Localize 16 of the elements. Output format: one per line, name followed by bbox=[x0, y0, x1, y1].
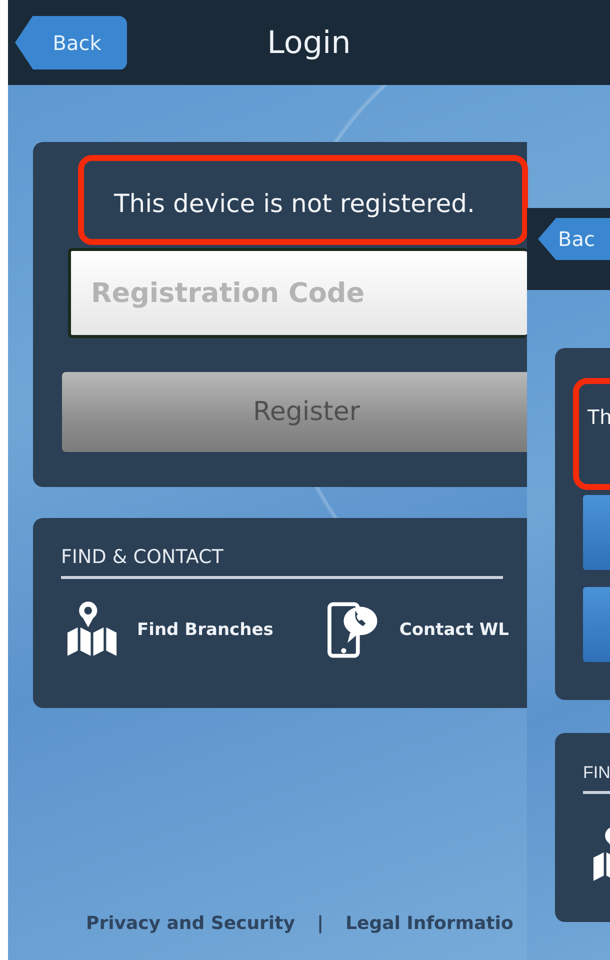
notice-message: Th bbox=[573, 378, 610, 490]
registration-code-field[interactable]: Registration Code bbox=[68, 248, 527, 338]
back-button[interactable]: Bac bbox=[538, 218, 610, 260]
action-button[interactable] bbox=[583, 495, 610, 570]
link-button[interactable]: Find Branches bbox=[61, 599, 274, 661]
separator: | bbox=[316, 913, 324, 934]
register-button[interactable]: Register bbox=[62, 372, 527, 452]
footer-link[interactable]: Legal Informatio bbox=[346, 913, 514, 934]
footer-link[interactable]: Privacy and Security bbox=[86, 913, 295, 934]
screen-title: Login bbox=[267, 24, 351, 60]
back-button[interactable]: Back bbox=[15, 16, 127, 70]
notice-message: This device is not registered. bbox=[78, 155, 528, 245]
action-button[interactable] bbox=[583, 587, 610, 662]
link-button[interactable]: Contact WL bbox=[323, 599, 509, 661]
section-heading: FIN bbox=[583, 763, 610, 783]
section-heading: FIND & CONTACT bbox=[61, 546, 504, 579]
